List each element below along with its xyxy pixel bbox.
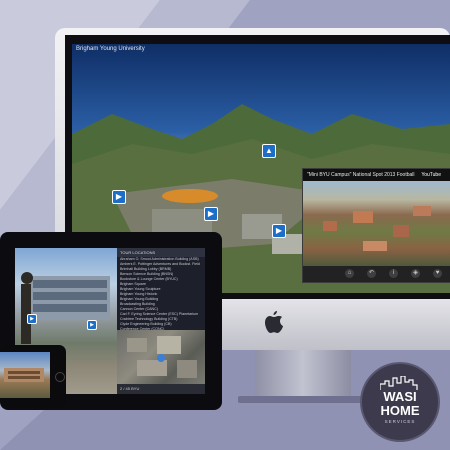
campus-aerial: [323, 206, 431, 251]
footer-label: 2 / 45 BYU: [120, 386, 140, 391]
phone-photo: [4, 368, 44, 382]
info-icon[interactable]: i: [389, 269, 398, 278]
tablet-footer: 2 / 45 BYU: [117, 384, 205, 394]
heart-icon[interactable]: ♥: [433, 269, 442, 278]
video-title: "Mini BYU Campus" National Spot 2013 Foo…: [307, 172, 415, 178]
location-pin-icon[interactable]: ▶: [87, 320, 97, 330]
apple-logo-icon: [265, 311, 283, 333]
map-icon[interactable]: ◈: [411, 269, 420, 278]
logo-line3: SERVICES: [384, 419, 416, 424]
tour-locations-list: TOUR LOCATIONS Abraham O. Smoot Administ…: [117, 248, 205, 346]
brand-label: Brigham Young University: [76, 46, 145, 52]
location-pin-icon[interactable]: ▶: [112, 190, 126, 204]
skyline-icon: [380, 376, 418, 390]
home-icon[interactable]: ⌂: [345, 269, 354, 278]
location-pin-icon[interactable]: ▶: [204, 207, 218, 221]
location-pin-icon[interactable]: ▲: [262, 144, 276, 158]
tablet-map[interactable]: [117, 330, 205, 384]
logo-line2: HOME: [380, 403, 420, 418]
video-panel[interactable]: "Mini BYU Campus" National Spot 2013 Foo…: [302, 168, 450, 283]
logo-line1: WASI: [383, 389, 417, 404]
imac-stand: [255, 350, 351, 400]
location-pin-icon[interactable]: ▶: [27, 314, 37, 324]
video-controls: ⌂ ↶ i ◈ ♥: [303, 266, 450, 282]
phone-home-button[interactable]: [55, 372, 65, 382]
youtube-label[interactable]: YouTube: [421, 172, 441, 178]
phone-screen[interactable]: [0, 352, 50, 398]
aerial-map: [127, 336, 197, 378]
list-heading: TOUR LOCATIONS: [117, 248, 205, 257]
back-icon[interactable]: ↶: [367, 269, 376, 278]
imac-foot: [238, 396, 368, 403]
video-frame[interactable]: [303, 181, 450, 266]
location-pin-icon[interactable]: ▶: [272, 224, 286, 238]
